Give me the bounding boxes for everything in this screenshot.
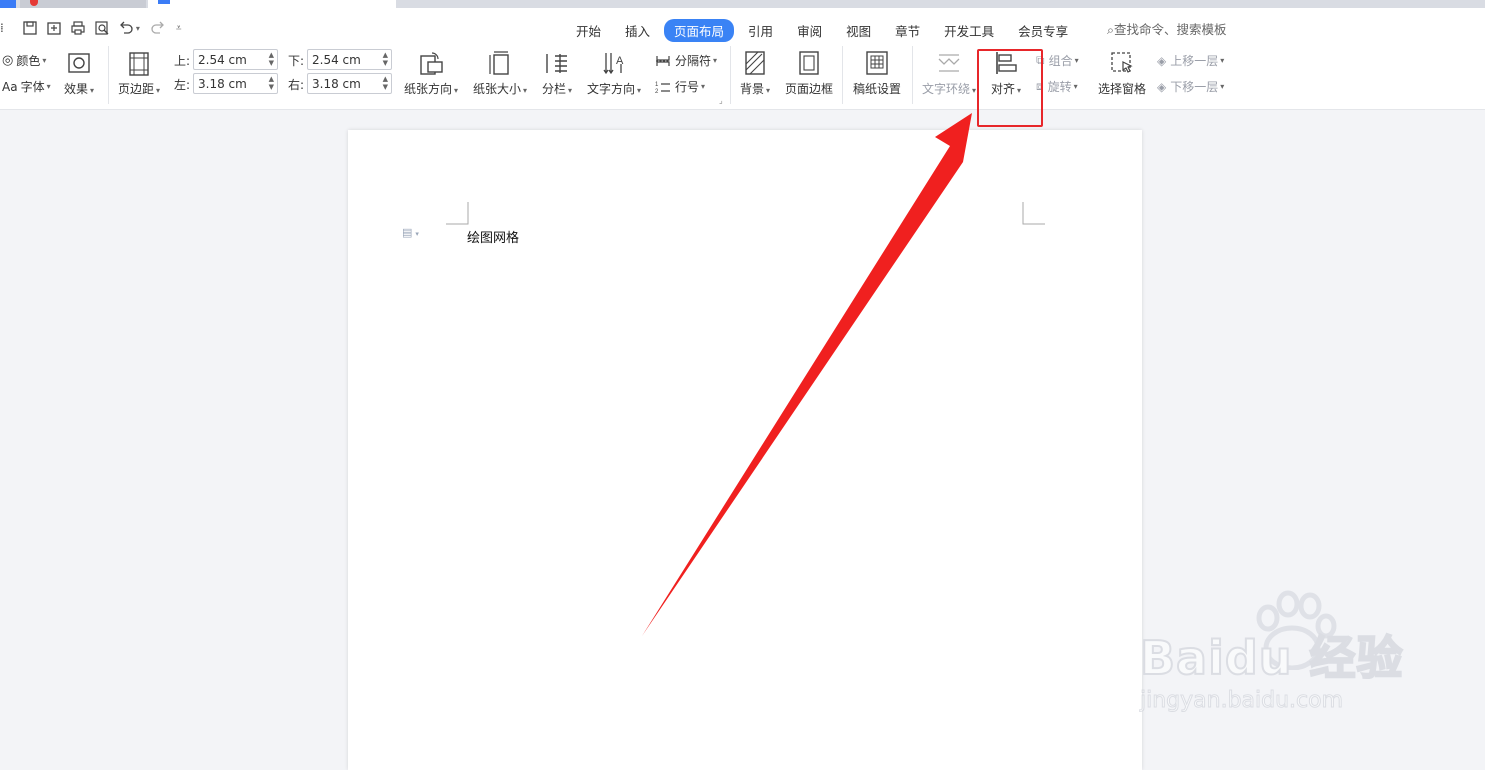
highlight-box bbox=[977, 49, 1043, 127]
watermark: Baidu 经验 jingyan.baidu.com bbox=[1139, 590, 1440, 720]
watermark-url: jingyan.baidu.com bbox=[1139, 688, 1344, 714]
watermark-brand: Baidu 经验 bbox=[1139, 630, 1404, 686]
